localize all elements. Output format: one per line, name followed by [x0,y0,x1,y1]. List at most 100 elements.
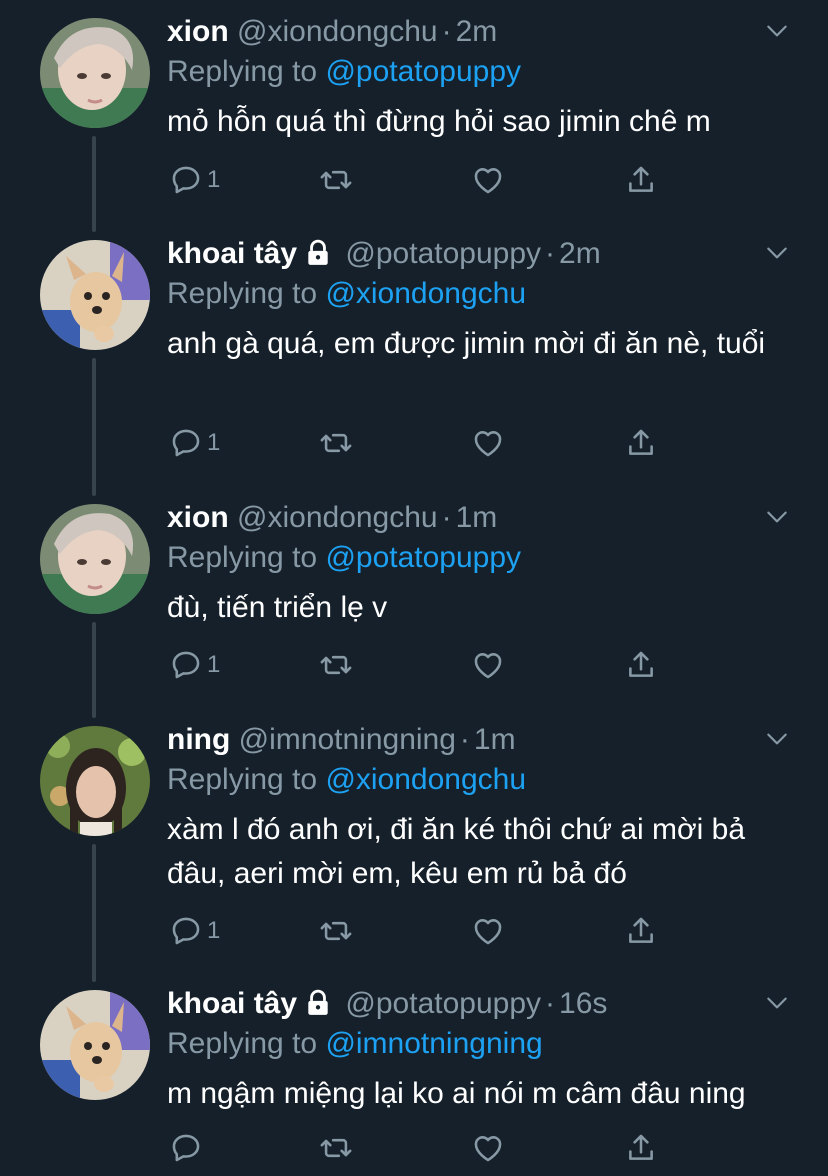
avatar-image [40,18,150,128]
reply-count: 1 [207,651,221,678]
avatar-khoai-tay[interactable] [40,240,150,350]
mention-link[interactable]: @potatopuppy [325,541,521,574]
mention-link[interactable]: @xiondongchu [325,763,526,796]
reply-count: 1 [207,917,221,944]
replying-to-label: Replying to [167,763,318,796]
like-icon [474,653,502,679]
like-icon [474,1136,502,1162]
avatar-image [40,990,150,1100]
share-icon [629,166,653,192]
replying-to-label: Replying to [167,1027,318,1060]
mention-link[interactable]: @xiondongchu [325,277,526,310]
replying-to: Replying to @xiondongchu [167,274,526,314]
retweet-button[interactable] [319,423,353,463]
reply-button[interactable] [169,1128,207,1168]
reply-icon [172,429,200,457]
mention-link[interactable]: @imnotningning [325,1027,542,1060]
timestamp[interactable]: 2m [559,237,601,270]
avatar-image [40,504,150,614]
chevron-down-icon[interactable] [764,18,790,44]
replying-to: Replying to @potatopuppy [167,52,521,92]
avatar-image [40,240,150,350]
like-button[interactable] [471,160,505,200]
reply-button[interactable]: 1 [169,645,220,685]
share-button[interactable] [624,645,658,685]
tweet[interactable]: khoai tây @potatopuppy · 2m Replying to @x… [0,234,828,496]
timestamp[interactable]: 1m [474,723,516,756]
tweet-header: ning @imnotningning · 1m [167,720,516,760]
avatar-xion[interactable] [40,18,150,128]
replying-to: Replying to @xiondongchu [167,760,526,800]
replying-to-label: Replying to [167,541,318,574]
separator-dot: · [441,501,452,534]
display-name[interactable]: khoai tây [167,987,297,1020]
reply-icon [172,917,200,945]
timestamp[interactable]: 2m [456,15,498,48]
tweet[interactable]: xion @xiondongchu · 2m Replying to @potato… [0,12,828,222]
like-icon [474,919,502,945]
retweet-button[interactable] [319,160,353,200]
user-handle[interactable]: @xiondongchu [237,501,438,534]
share-button[interactable] [624,1128,658,1168]
reply-icon [172,166,200,194]
tweet-header: xion @xiondongchu · 2m [167,12,497,52]
tweet-actions [167,1128,667,1168]
tweet-text: đù, tiến triển lẹ v [167,591,388,624]
tweet-text: anh gà quá, em được jimin mời đi ăn nè, … [167,327,766,360]
reply-button[interactable]: 1 [169,423,220,463]
reply-button[interactable]: 1 [169,911,220,951]
tweet[interactable]: khoai tây @potatopuppy · 16s Replying to @… [0,984,828,1176]
tweet[interactable]: xion @xiondongchu · 1m Replying to @potato… [0,498,828,708]
tweet[interactable]: ning @imnotningning · 1m Replying to @xion… [0,720,828,982]
mention-link[interactable]: @potatopuppy [325,55,521,88]
retweet-button[interactable] [319,645,353,685]
replying-to: Replying to @potatopuppy [167,538,521,578]
chevron-down-icon[interactable] [764,504,790,530]
share-button[interactable] [624,911,658,951]
retweet-icon [320,655,352,675]
avatar-image [40,726,150,836]
replying-to-label: Replying to [167,277,318,310]
user-handle[interactable]: @potatopuppy [345,237,541,270]
avatar-khoai-tay[interactable] [40,990,150,1100]
tweet-text: mỏ hỗn quá thì đừng hỏi sao jimin chê m [167,105,711,138]
display-name[interactable]: xion [167,501,229,534]
user-handle[interactable]: @imnotningning [239,723,456,756]
tweet-actions: 1 [167,160,667,200]
like-button[interactable] [471,1128,505,1168]
timestamp[interactable]: 16s [559,987,607,1020]
separator-dot: · [459,723,470,756]
like-button[interactable] [471,645,505,685]
like-icon [474,431,502,457]
replying-to: Replying to @imnotningning [167,1024,543,1064]
chevron-down-icon[interactable] [764,726,790,752]
tweet-header: xion @xiondongchu · 1m [167,498,497,538]
user-handle[interactable]: @xiondongchu [237,15,438,48]
separator-dot: · [441,15,452,48]
timestamp[interactable]: 1m [456,501,498,534]
share-button[interactable] [624,160,658,200]
chevron-down-icon[interactable] [764,990,790,1016]
reply-thread: xion @xiondongchu · 2m Replying to @potato… [0,0,828,1176]
display-name[interactable]: khoai tây [167,237,297,270]
share-button[interactable] [624,423,658,463]
chevron-down-icon[interactable] [764,240,790,266]
lock-icon [308,989,328,1015]
user-handle[interactable]: @potatopuppy [345,987,541,1020]
display-name[interactable]: ning [167,723,230,756]
share-icon [629,429,653,455]
reply-button[interactable]: 1 [169,160,220,200]
avatar-xion[interactable] [40,504,150,614]
retweet-button[interactable] [319,1128,353,1168]
like-button[interactable] [471,911,505,951]
retweet-button[interactable] [319,911,353,951]
like-icon [474,168,502,194]
like-button[interactable] [471,423,505,463]
tweet-text: xàm l đó anh ơi, đi ăn ké thôi chứ ai mờ… [167,813,746,890]
tweet-header: khoai tây @potatopuppy · 2m [167,234,601,274]
avatar-ning[interactable] [40,726,150,836]
display-name[interactable]: xion [167,15,229,48]
reply-count: 1 [207,429,221,456]
reply-count: 1 [207,166,221,193]
retweet-icon [320,1138,352,1158]
